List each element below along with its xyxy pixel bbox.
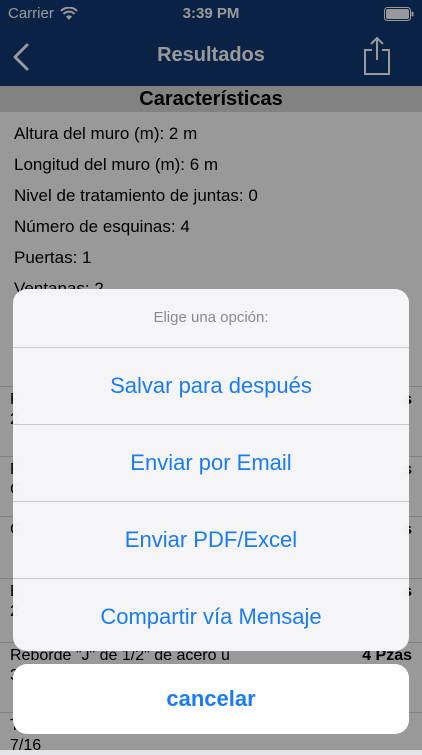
send-pdf-excel-button[interactable]: Enviar PDF/Excel [13,502,409,579]
action-sheet: Elige una opción: Salvar para después En… [13,289,409,651]
send-email-button[interactable]: Enviar por Email [13,425,409,502]
share-message-button[interactable]: Compartir vía Mensaje [13,579,409,651]
save-for-later-button[interactable]: Salvar para después [13,348,409,425]
cancel-button[interactable]: cancelar [13,664,409,734]
action-sheet-title: Elige una opción: [13,289,409,348]
